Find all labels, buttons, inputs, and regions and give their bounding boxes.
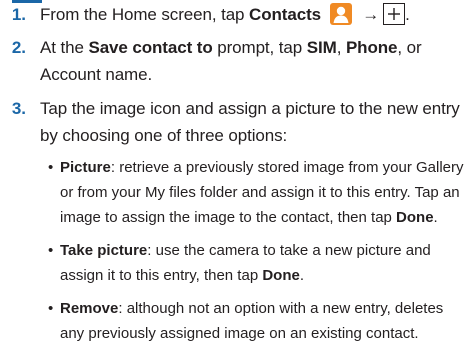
- add-plus-button-icon: [383, 3, 406, 25]
- option-text: .: [433, 209, 438, 226]
- option-take-picture: • Take picture: use the camera to take a…: [48, 238, 468, 288]
- instruction-page: 1. From the Home screen, tap Contacts → …: [0, 0, 472, 364]
- step-number: 2.: [11, 38, 26, 57]
- step-text-part: prompt, tap: [212, 38, 307, 57]
- option-picture: • Picture: retrieve a previously stored …: [48, 155, 468, 230]
- save-contact-to-label: Save contact to: [88, 38, 213, 57]
- option-list: • Picture: retrieve a previously stored …: [48, 155, 468, 354]
- done-label: Done: [396, 209, 434, 226]
- sim-label: SIM: [306, 38, 337, 57]
- contacts-label: Contacts: [249, 5, 321, 24]
- step-text-part: From the Home screen, tap: [40, 5, 250, 24]
- bullet-marker: •: [48, 300, 54, 317]
- option-text: .: [299, 267, 305, 284]
- option-title: Take picture: [60, 242, 148, 259]
- step-text-part: ,: [336, 38, 346, 57]
- step-text: At the Save contact to prompt, tap SIM, …: [40, 34, 466, 88]
- step-text: From the Home screen, tap Contacts → .: [40, 1, 466, 28]
- step-number: 1.: [11, 5, 26, 24]
- option-remove: • Remove: although not an option with a …: [48, 296, 468, 346]
- option-text: : although not an option with a new entr…: [60, 300, 444, 342]
- done-label: Done: [262, 267, 300, 284]
- bullet-marker: •: [48, 159, 54, 176]
- option-title: Picture: [60, 159, 111, 176]
- step-text-part: .: [405, 5, 410, 24]
- step-text: Tap the image icon and assign a picture …: [40, 99, 460, 145]
- right-arrow-icon: →: [362, 5, 380, 24]
- phone-label: Phone: [345, 38, 398, 57]
- bullet-marker: •: [48, 242, 54, 259]
- step-number: 3.: [11, 99, 26, 118]
- contacts-app-icon: [329, 3, 352, 25]
- step-text-part: At the: [40, 38, 89, 57]
- option-title: Remove: [60, 300, 119, 317]
